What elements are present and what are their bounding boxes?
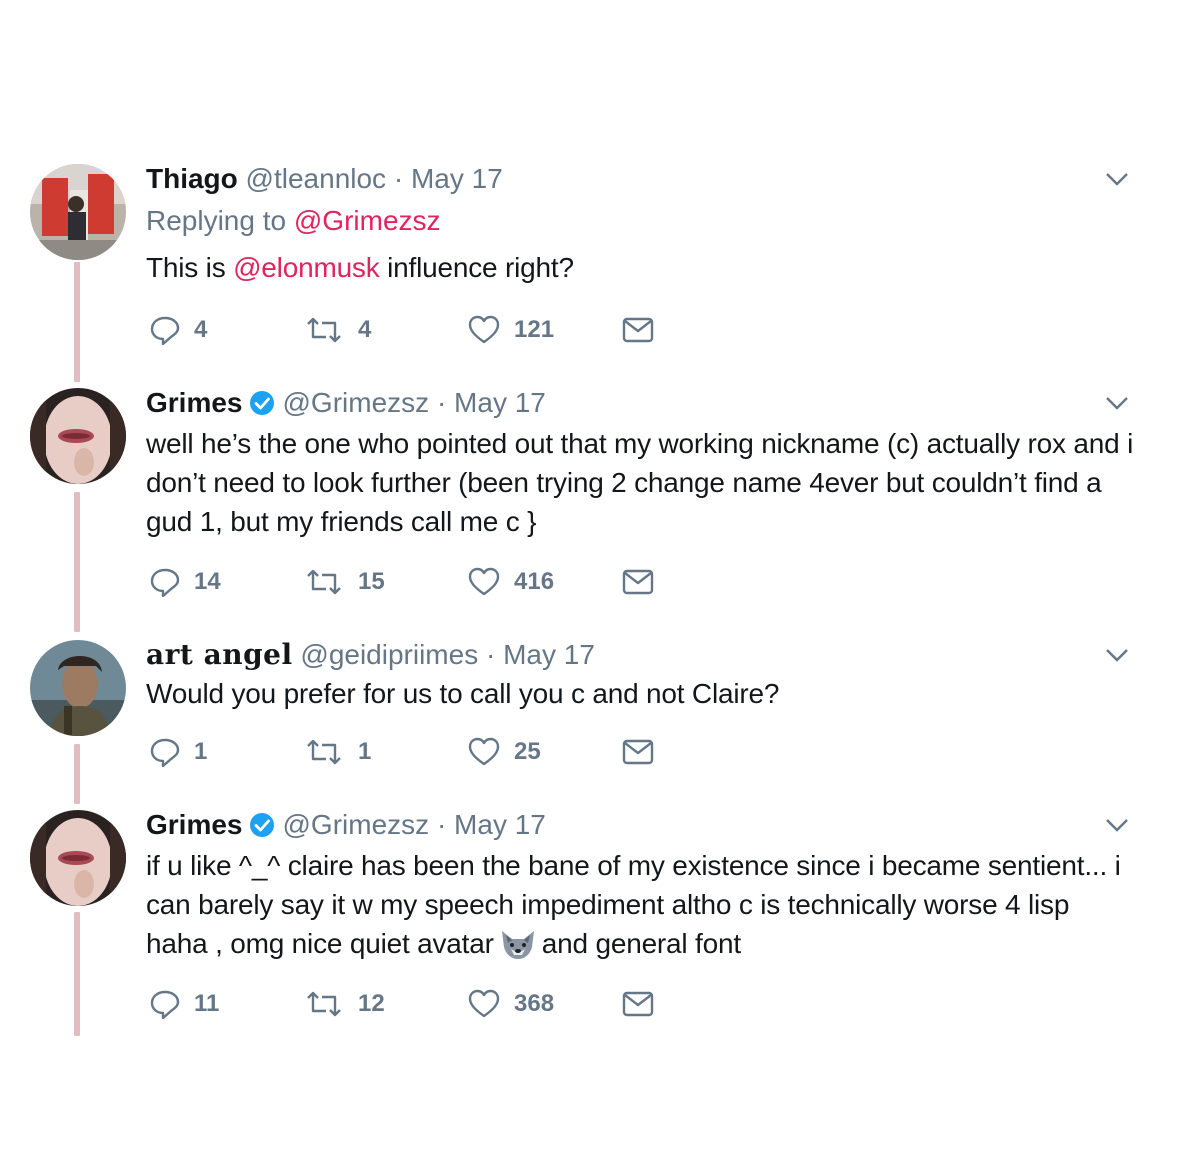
message-icon [622, 569, 654, 595]
wolf-emoji-icon [501, 931, 534, 959]
author-handle[interactable]: @tleannloc [246, 163, 387, 194]
author-handle[interactable]: @Grimezsz [283, 387, 430, 418]
like-icon [468, 567, 500, 596]
like-icon [468, 315, 500, 344]
tweet-actions: 11 12 368 [146, 984, 706, 1024]
mention-link[interactable]: @elonmusk [233, 252, 380, 283]
reply-icon [150, 738, 180, 767]
author-name[interactable]: Thiago [146, 163, 238, 194]
avatar[interactable] [30, 810, 126, 906]
reply-button[interactable]: 14 [150, 562, 221, 602]
avatar[interactable] [30, 640, 126, 736]
avatar[interactable] [30, 164, 126, 260]
author-name[interactable]: Grimes [146, 809, 243, 840]
tweet-actions: 14 15 416 [146, 562, 706, 602]
tweet-text: Would you prefer for us to call you c an… [146, 678, 780, 709]
author-name[interactable]: Grimes [146, 387, 243, 418]
caret-down-icon[interactable] [1104, 166, 1130, 192]
thread-line [74, 744, 80, 804]
tweet-text: if u like ^_^ claire has been the bane o… [146, 846, 1136, 963]
retweet-count: 4 [358, 316, 372, 343]
reply-count: 14 [194, 568, 221, 595]
retweet-button[interactable]: 12 [304, 984, 385, 1024]
retweet-count: 1 [358, 738, 372, 765]
like-button[interactable]: 416 [468, 562, 554, 602]
like-count: 368 [514, 990, 555, 1017]
tweet-text-part: and general font [541, 928, 741, 959]
author-name[interactable]: art angel [146, 638, 293, 671]
like-count: 25 [514, 738, 541, 765]
retweet-button[interactable]: 4 [304, 310, 371, 350]
like-count: 416 [514, 568, 555, 595]
message-button[interactable] [622, 562, 654, 602]
replying-label: Replying to [146, 205, 287, 236]
retweet-icon [307, 569, 341, 595]
tweet-text: This is @elonmusk influence right? [146, 248, 1136, 287]
reply-count: 11 [194, 990, 220, 1017]
tweet-text-line: if u like ^_^ claire has been the bane o… [146, 850, 1121, 881]
like-button[interactable]: 368 [468, 984, 554, 1024]
retweet-icon [307, 739, 341, 765]
thread-line [74, 262, 80, 382]
like-count: 121 [514, 316, 555, 343]
reply-count: 4 [194, 316, 208, 343]
retweet-icon [307, 317, 341, 343]
tweet-text-line: haha , omg nice quiet avatar and general … [146, 924, 1136, 963]
thread-line [74, 912, 80, 1036]
verified-badge-icon [249, 813, 274, 837]
replying-handle-link[interactable]: @Grimezsz [294, 205, 441, 236]
tweet-actions: 4 4 121 [146, 310, 706, 350]
message-icon [622, 317, 654, 343]
reply-button[interactable]: 11 [150, 984, 219, 1024]
tweet-actions: 1 1 25 [146, 732, 706, 772]
tweet-date[interactable]: · May 17 [486, 639, 595, 670]
tweet-text-part: This is [146, 252, 234, 283]
like-button[interactable]: 121 [468, 310, 554, 350]
replying-to: Replying to @Grimezsz [146, 204, 1136, 238]
thread-line [74, 492, 80, 632]
reply-count: 1 [194, 738, 208, 765]
caret-down-icon[interactable] [1104, 642, 1130, 668]
verified-badge-icon [249, 391, 274, 415]
retweet-count: 12 [358, 990, 385, 1017]
tweet-date[interactable]: · May 17 [437, 809, 546, 840]
message-icon [622, 739, 654, 765]
message-button[interactable] [622, 984, 654, 1024]
reply-button[interactable]: 1 [150, 732, 207, 772]
message-icon [622, 991, 654, 1017]
like-icon [468, 737, 500, 766]
avatar[interactable] [30, 388, 126, 484]
retweet-button[interactable]: 1 [304, 732, 371, 772]
reply-icon [150, 990, 180, 1019]
author-handle[interactable]: @geidipriimes [300, 639, 478, 670]
retweet-button[interactable]: 15 [304, 562, 385, 602]
tweet-date[interactable]: · May 17 [394, 163, 503, 194]
tweet-date[interactable]: · May 17 [437, 387, 546, 418]
retweet-icon [307, 991, 341, 1017]
tweet-text-line: can barely say it w my speech impediment… [146, 889, 1070, 920]
reply-icon [150, 568, 180, 597]
caret-down-icon[interactable] [1104, 390, 1130, 416]
like-button[interactable]: 25 [468, 732, 541, 772]
message-button[interactable] [622, 310, 654, 350]
reply-icon [150, 316, 180, 345]
author-handle[interactable]: @Grimezsz [283, 809, 430, 840]
caret-down-icon[interactable] [1104, 812, 1130, 838]
tweet-text-part: haha , omg nice quiet avatar [146, 928, 494, 959]
message-button[interactable] [622, 732, 654, 772]
reply-button[interactable]: 4 [150, 310, 207, 350]
retweet-count: 15 [358, 568, 385, 595]
tweet-text-part: influence right? [379, 252, 574, 283]
tweet-text: well he’s the one who pointed out that m… [146, 428, 1134, 537]
like-icon [468, 989, 500, 1018]
